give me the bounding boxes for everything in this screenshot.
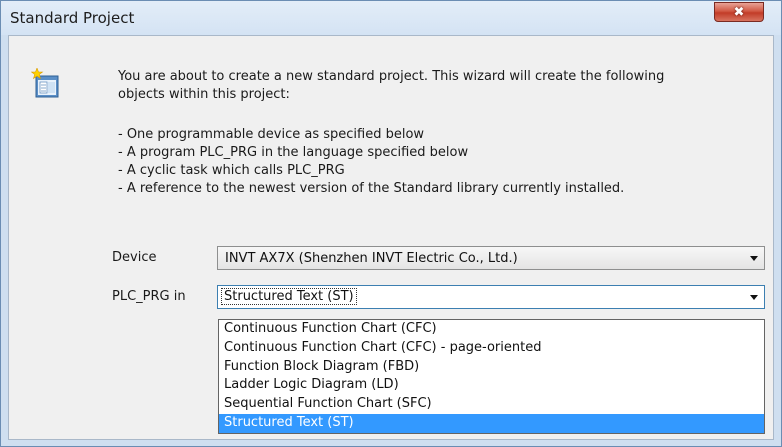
intro-text-line-2: objects within this project:	[118, 87, 290, 102]
title-bar[interactable]: Standard Project ✖	[1, 1, 781, 35]
dropdown-option-st[interactable]: Structured Text (ST)	[219, 413, 764, 433]
close-icon: ✖	[733, 4, 745, 20]
chevron-down-icon[interactable]	[750, 256, 758, 261]
bullet-program: - A program PLC_PRG in the language spec…	[118, 145, 469, 160]
device-label: Device	[112, 250, 157, 265]
device-select-value: INVT AX7X (Shenzhen INVT Electric Co., L…	[225, 251, 518, 266]
intro-text-line-1: You are about to create a new standard p…	[118, 69, 665, 84]
bullet-device: - One programmable device as specified b…	[118, 127, 425, 142]
dropdown-option-fbd[interactable]: Function Block Diagram (FBD)	[219, 358, 764, 377]
dialog-body: You are about to create a new standard p…	[8, 35, 774, 440]
dropdown-option-sfc[interactable]: Sequential Function Chart (SFC)	[219, 395, 764, 414]
dropdown-option-cfc[interactable]: Continuous Function Chart (CFC)	[219, 320, 764, 339]
language-dropdown-list: Continuous Function Chart (CFC) Continuo…	[218, 319, 765, 434]
dropdown-option-ld[interactable]: Ladder Logic Diagram (LD)	[219, 376, 764, 395]
close-button[interactable]: ✖	[714, 2, 764, 22]
bullet-library: - A reference to the newest version of t…	[118, 181, 625, 196]
bullet-task: - A cyclic task which calls PLC_PRG	[118, 163, 345, 178]
plc-prg-language-select[interactable]: Structured Text (ST)	[217, 285, 765, 309]
new-project-wizard-icon	[31, 68, 59, 98]
plc-prg-label: PLC_PRG in	[112, 289, 186, 304]
chevron-down-icon[interactable]	[750, 295, 758, 300]
standard-project-dialog: Standard Project ✖ You are about to crea…	[0, 0, 782, 447]
plc-prg-select-value: Structured Text (ST)	[221, 288, 357, 305]
device-select[interactable]: INVT AX7X (Shenzhen INVT Electric Co., L…	[217, 246, 765, 270]
dropdown-option-cfc-page-oriented[interactable]: Continuous Function Chart (CFC) - page-o…	[219, 339, 764, 358]
dialog-title: Standard Project	[10, 9, 135, 27]
